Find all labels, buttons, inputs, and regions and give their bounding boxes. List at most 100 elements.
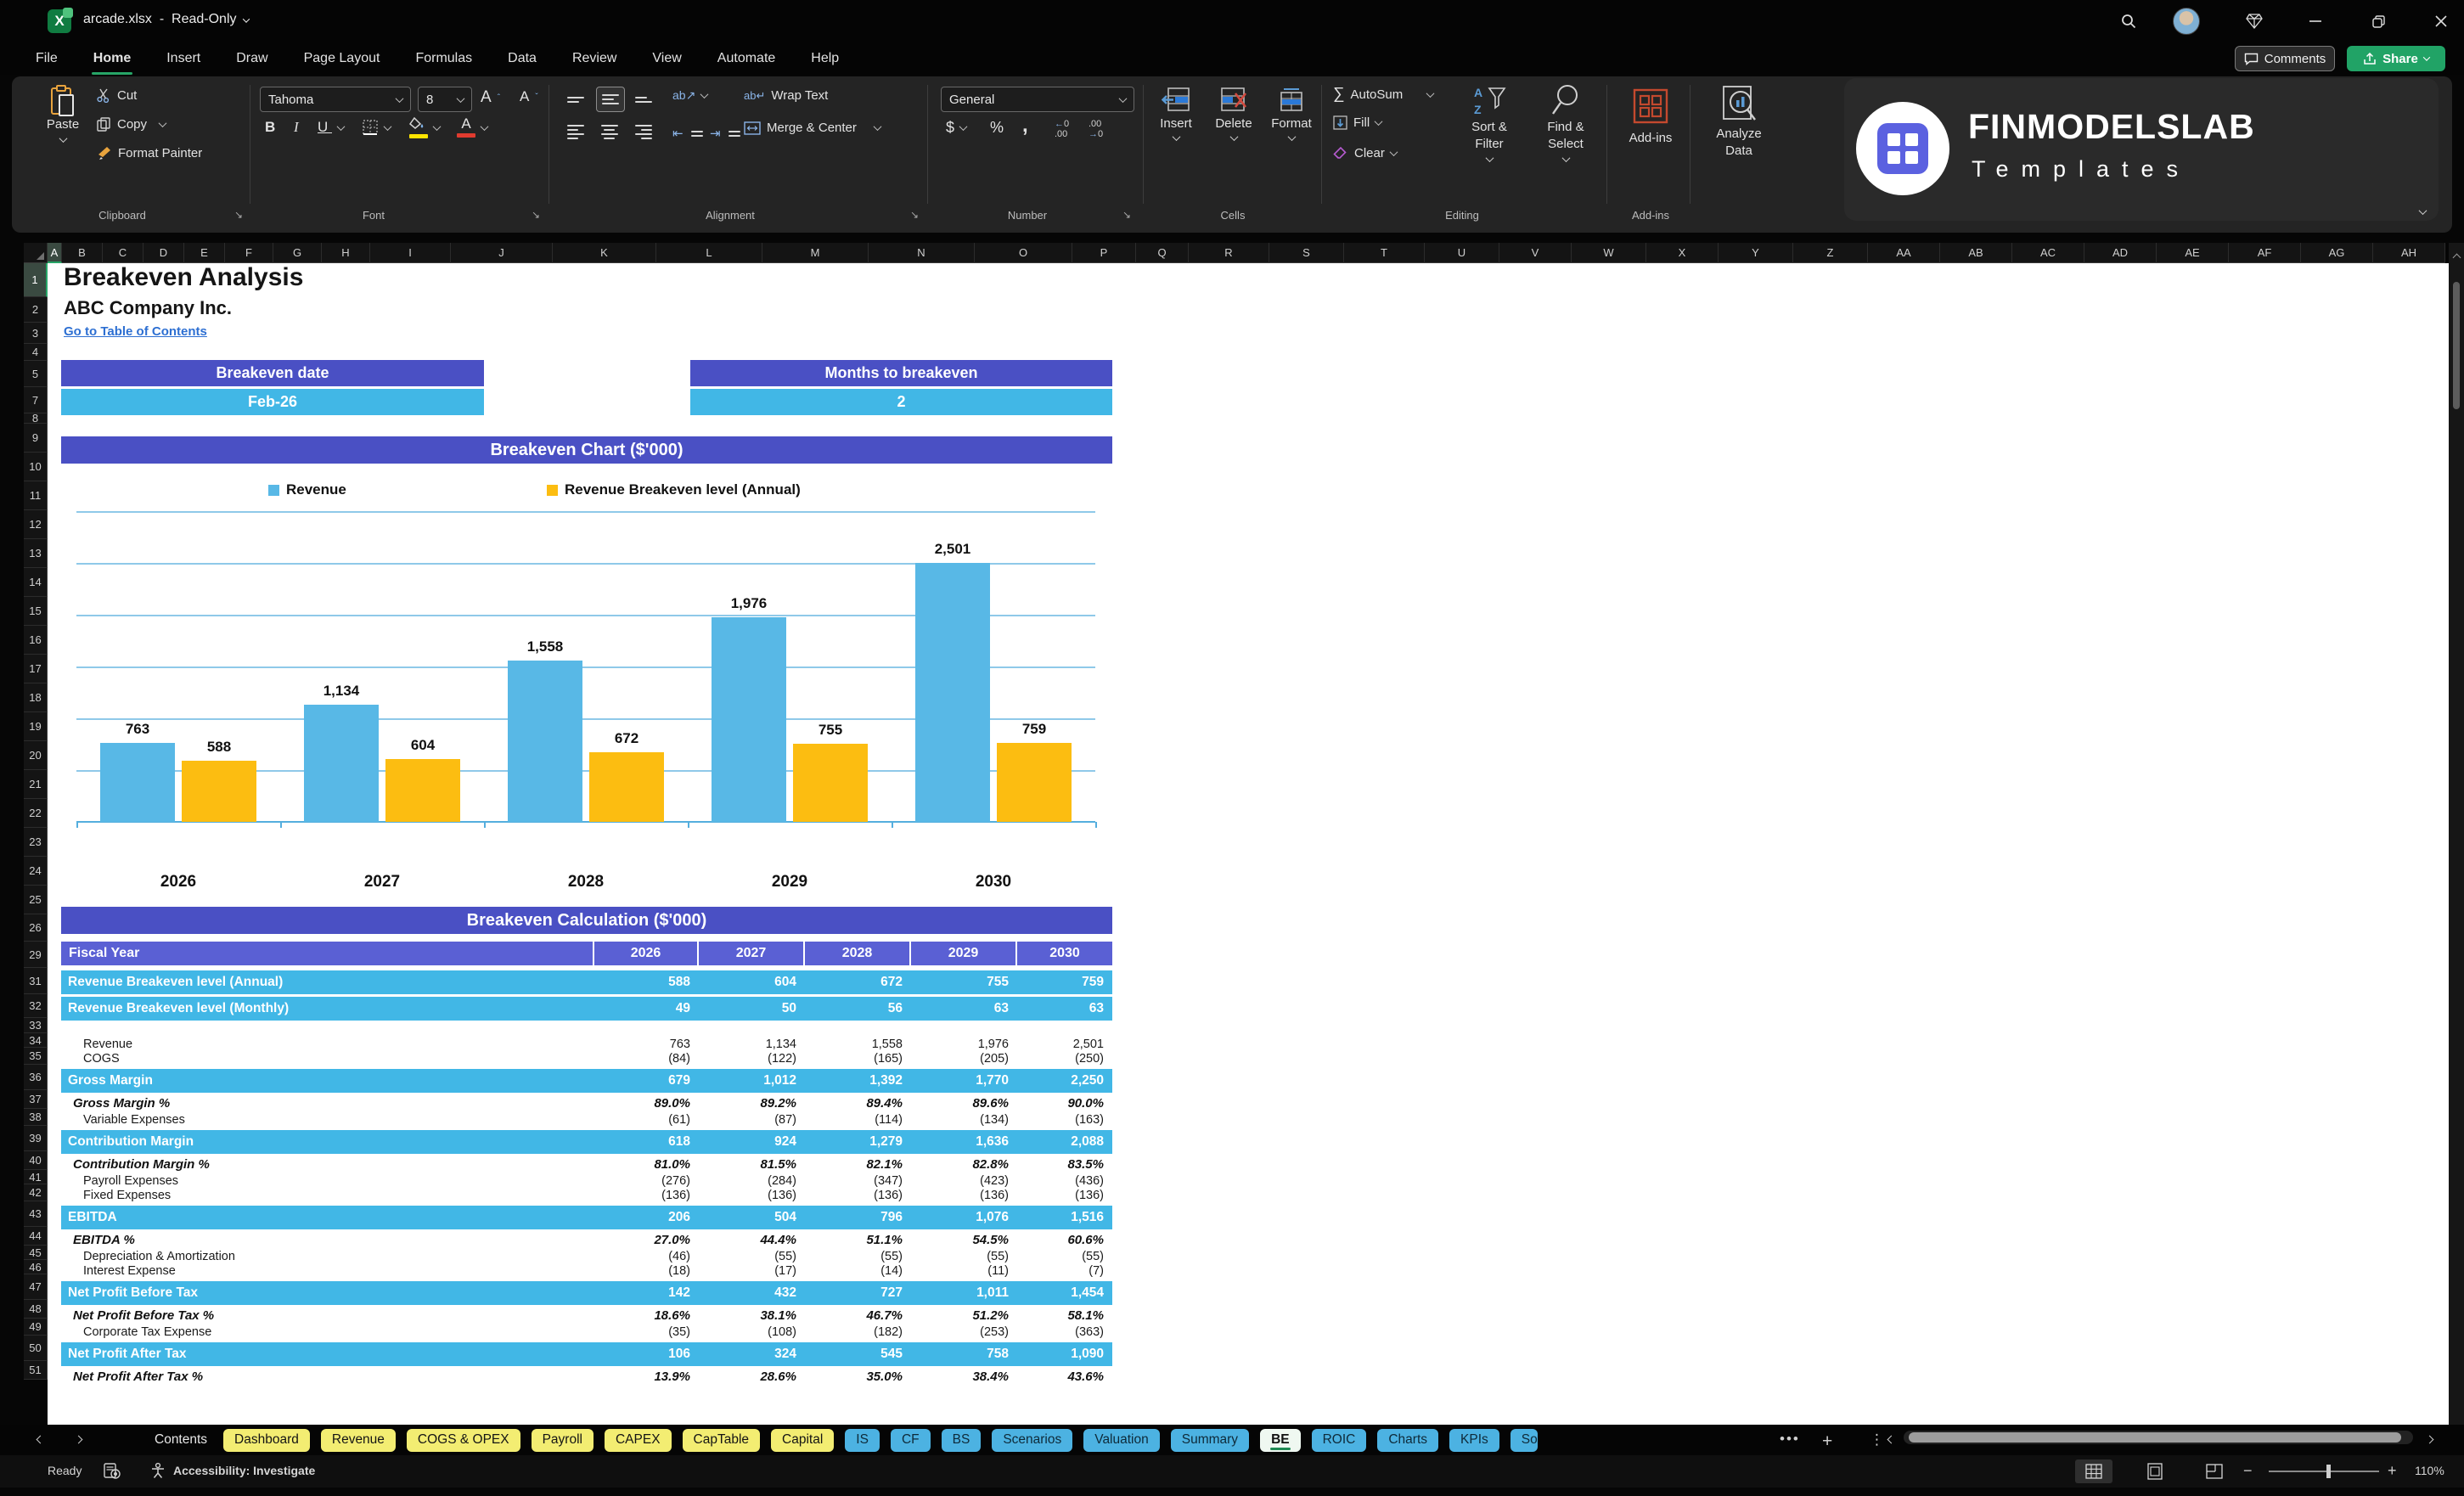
- sheet-tab-valuation[interactable]: Valuation: [1083, 1428, 1160, 1452]
- fill-button[interactable]: Fill: [1333, 115, 1383, 130]
- wrap-text-button[interactable]: ab↵ Wrap Text: [744, 88, 828, 103]
- column-header-I[interactable]: I: [370, 243, 451, 263]
- row-label[interactable]: Depreciation & Amortization: [83, 1250, 235, 1264]
- row-header-44[interactable]: 44: [24, 1227, 48, 1246]
- cell-value[interactable]: 89.4%: [866, 1094, 903, 1113]
- cell-value[interactable]: (61): [668, 1113, 690, 1128]
- hscroll-right-arrow[interactable]: [2425, 1431, 2434, 1447]
- months-to-breakeven-value[interactable]: 2: [690, 389, 1112, 415]
- row-header-45[interactable]: 45: [24, 1246, 48, 1260]
- zoom-out-button[interactable]: −: [2243, 1462, 2253, 1480]
- row-header-4[interactable]: 4: [24, 344, 48, 361]
- cell-value[interactable]: 63: [994, 997, 1009, 1021]
- row-label[interactable]: Gross Margin: [68, 1069, 153, 1093]
- horizontal-scrollbar-thumb[interactable]: [1909, 1432, 2401, 1443]
- cell-value[interactable]: 2,501: [1073, 1038, 1104, 1052]
- column-header-G[interactable]: G: [273, 243, 322, 263]
- cell-value[interactable]: 82.1%: [866, 1156, 903, 1174]
- cell-value[interactable]: 763: [670, 1038, 690, 1052]
- clear-button[interactable]: Clear: [1333, 146, 1398, 160]
- zoom-in-button[interactable]: +: [2388, 1462, 2397, 1480]
- row-header-20[interactable]: 20: [24, 741, 48, 770]
- cell-value[interactable]: 2,250: [1071, 1069, 1104, 1093]
- column-header-Z[interactable]: Z: [1793, 243, 1868, 263]
- ribbon-tab-page-layout[interactable]: Page Layout: [302, 48, 382, 70]
- cell-value[interactable]: 672: [880, 970, 903, 994]
- row-header-32[interactable]: 32: [24, 994, 48, 1018]
- row-header-50[interactable]: 50: [24, 1336, 48, 1361]
- column-header-B[interactable]: B: [62, 243, 103, 263]
- macro-record-icon[interactable]: [104, 1462, 121, 1482]
- zoom-level[interactable]: 110%: [2415, 1464, 2444, 1477]
- number-dialog-launcher[interactable]: ↘: [1122, 209, 1131, 221]
- row-header-1[interactable]: 1: [24, 263, 48, 297]
- cell-value[interactable]: (284): [768, 1174, 796, 1189]
- search-icon[interactable]: [2112, 7, 2145, 36]
- cell-value[interactable]: (114): [875, 1113, 903, 1128]
- row-header-11[interactable]: 11: [24, 481, 48, 510]
- cell-value[interactable]: 35.0%: [866, 1368, 903, 1386]
- row-header-49[interactable]: 49: [24, 1319, 48, 1336]
- sheet-tab-dashboard[interactable]: Dashboard: [223, 1428, 310, 1452]
- cell-value[interactable]: 759: [1082, 970, 1104, 994]
- orientation-button[interactable]: ab↗: [672, 88, 709, 103]
- sheet-tab-capital[interactable]: Capital: [771, 1428, 835, 1452]
- row-header-14[interactable]: 14: [24, 568, 48, 597]
- font-dialog-launcher[interactable]: ↘: [532, 209, 540, 221]
- cut-button[interactable]: Cut: [97, 88, 137, 103]
- row-label[interactable]: Revenue Breakeven level (Monthly): [68, 997, 289, 1021]
- vertical-scrollbar[interactable]: [2449, 243, 2464, 1425]
- more-sheets-button[interactable]: •••: [1780, 1431, 1800, 1448]
- minimize-button[interactable]: [2299, 7, 2332, 36]
- cell-value[interactable]: 51.1%: [866, 1231, 903, 1250]
- analyze-data-button[interactable]: Analyze Data: [1698, 85, 1780, 160]
- breakeven-date-value[interactable]: Feb-26: [61, 389, 484, 415]
- cell-value[interactable]: 49: [676, 997, 690, 1021]
- ribbon-tab-file[interactable]: File: [34, 48, 59, 70]
- column-header-AH[interactable]: AH: [2373, 243, 2445, 263]
- cell-value[interactable]: 1,454: [1071, 1281, 1104, 1305]
- table-of-contents-link[interactable]: Go to Table of Contents: [64, 324, 207, 339]
- column-header-P[interactable]: P: [1072, 243, 1136, 263]
- sheet-tab-cf[interactable]: CF: [890, 1428, 931, 1452]
- column-header-AD[interactable]: AD: [2084, 243, 2157, 263]
- ribbon-tab-review[interactable]: Review: [571, 48, 618, 70]
- column-header-X[interactable]: X: [1646, 243, 1719, 263]
- row-header-3[interactable]: 3: [24, 323, 48, 344]
- row-header-33[interactable]: 33: [24, 1018, 48, 1033]
- increase-decimal-button[interactable]: ←0.00: [1055, 119, 1069, 139]
- format-painter-button[interactable]: Format Painter: [97, 146, 202, 160]
- row-header-21[interactable]: 21: [24, 770, 48, 799]
- row-header-10[interactable]: 10: [24, 453, 48, 481]
- fiscal-year-2029[interactable]: 2029: [909, 942, 1015, 965]
- cell-value[interactable]: (250): [1075, 1052, 1104, 1066]
- cell-value[interactable]: (136): [661, 1189, 690, 1203]
- row-label[interactable]: Variable Expenses: [83, 1113, 185, 1128]
- column-header-M[interactable]: M: [762, 243, 869, 263]
- add-ins-button[interactable]: Add-ins: [1617, 88, 1685, 145]
- column-header-W[interactable]: W: [1572, 243, 1646, 263]
- cell-value[interactable]: (17): [774, 1264, 796, 1279]
- sheet-tab-summary[interactable]: Summary: [1170, 1428, 1250, 1452]
- delete-cells-button[interactable]: Delete: [1207, 87, 1260, 142]
- cell-value[interactable]: 432: [774, 1281, 796, 1305]
- cell-value[interactable]: 54.5%: [972, 1231, 1009, 1250]
- cell-value[interactable]: 727: [880, 1281, 903, 1305]
- column-header-AC[interactable]: AC: [2012, 243, 2084, 263]
- cell-value[interactable]: (276): [661, 1174, 690, 1189]
- cell-value[interactable]: (108): [768, 1325, 796, 1340]
- cell-value[interactable]: 27.0%: [654, 1231, 690, 1250]
- cell-value[interactable]: (35): [668, 1325, 690, 1340]
- horizontal-scrollbar[interactable]: [1904, 1431, 2413, 1444]
- cell-value[interactable]: (347): [874, 1174, 903, 1189]
- cell-value[interactable]: (423): [980, 1174, 1009, 1189]
- cell-value[interactable]: 38.1%: [760, 1307, 796, 1325]
- column-header-O[interactable]: O: [975, 243, 1072, 263]
- cell-value[interactable]: (136): [980, 1189, 1009, 1203]
- cell-value[interactable]: (136): [768, 1189, 796, 1203]
- ribbon-tab-help[interactable]: Help: [809, 48, 841, 70]
- sheet-tab-contents[interactable]: Contents: [149, 1429, 212, 1452]
- cell-value[interactable]: (205): [980, 1052, 1009, 1066]
- next-sheet-arrow[interactable]: [74, 1431, 83, 1447]
- row-header-47[interactable]: 47: [24, 1274, 48, 1300]
